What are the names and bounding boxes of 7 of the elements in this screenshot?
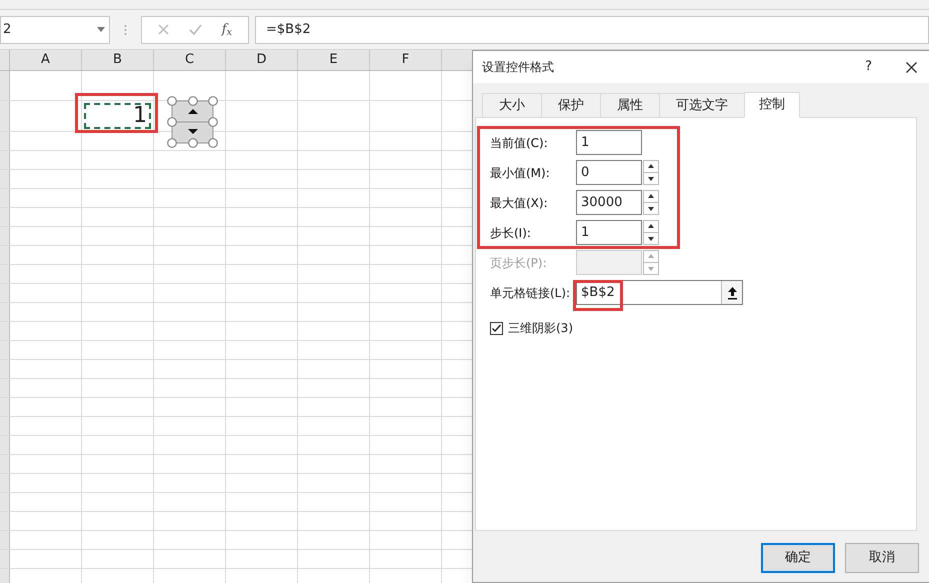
field-label: 单元格链接(L):	[490, 284, 572, 302]
field-label: 当前值(C):	[490, 134, 549, 152]
field-label: 最大值(X):	[490, 194, 549, 212]
field-label: 页步长(P):	[490, 254, 548, 272]
field-label: 最小值(M):	[490, 164, 551, 182]
field-label: 步长(I):	[490, 224, 532, 242]
dialog-title: 设置控件格式	[482, 59, 554, 76]
